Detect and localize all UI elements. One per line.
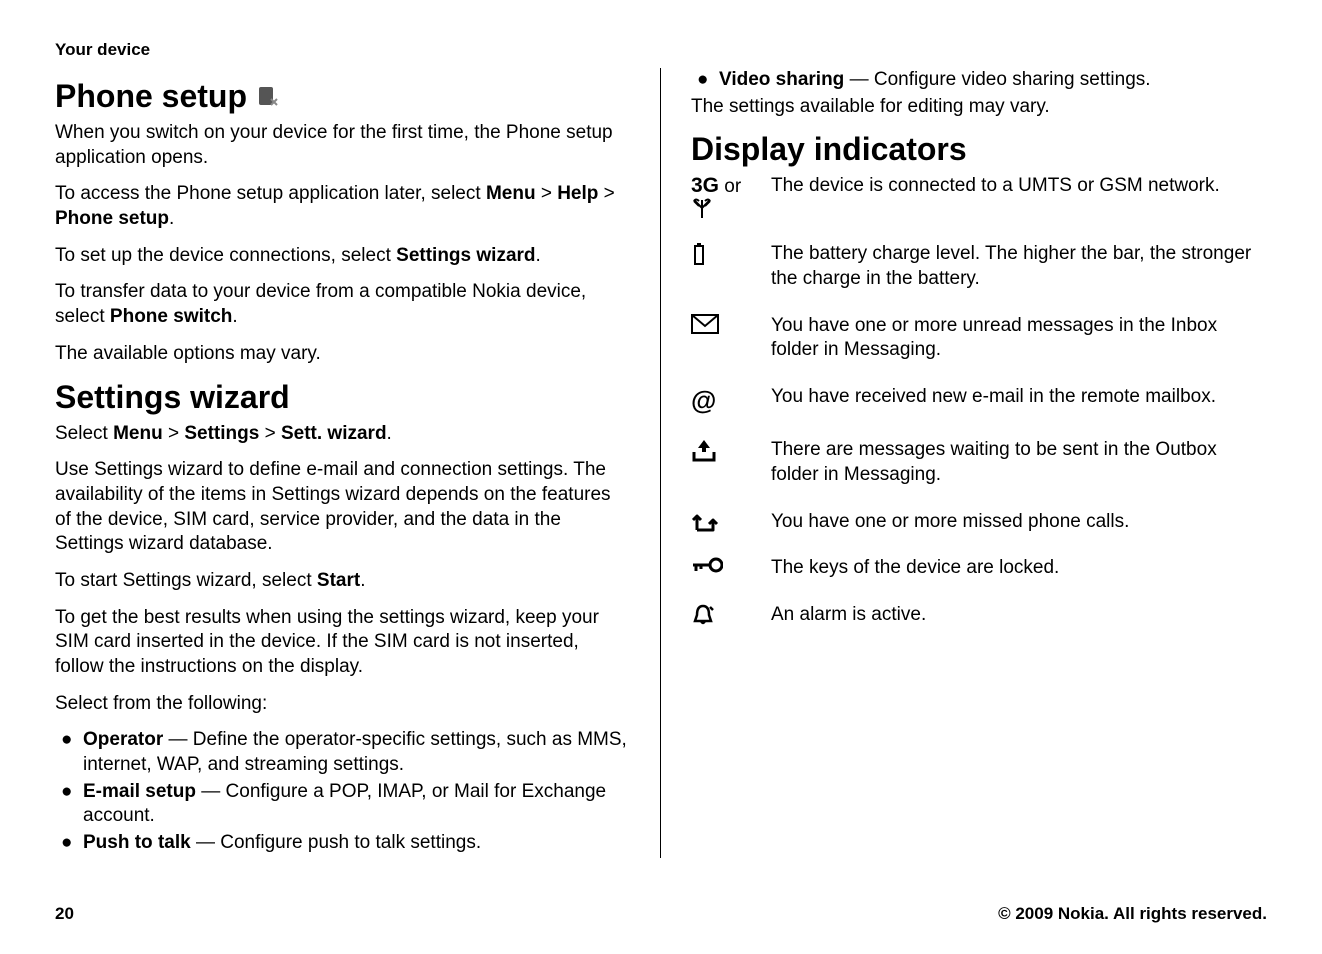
content-columns: Phone setup When you switch on your devi… [55, 68, 1267, 858]
list-item: Operator — Define the operator-specific … [55, 728, 630, 777]
indicator-row: An alarm is active. [691, 603, 1267, 628]
right-column: Video sharing — Configure video sharing … [661, 68, 1267, 858]
paragraph: To start Settings wizard, select Start. [55, 569, 630, 594]
indicator-text: There are messages waiting to be sent in… [771, 438, 1267, 487]
indicator-text: The battery charge level. The higher the… [771, 242, 1267, 291]
paragraph: The settings available for editing may v… [691, 95, 1267, 120]
indicator-row: There are messages waiting to be sent in… [691, 438, 1267, 487]
indicator-text: The keys of the device are locked. [771, 556, 1267, 581]
heading-text: Phone setup [55, 78, 247, 115]
section-header: Your device [55, 40, 1267, 60]
indicator-row: You have one or more missed phone calls. [691, 510, 1267, 535]
phone-setup-icon [257, 78, 279, 115]
envelope-icon [691, 314, 771, 334]
paragraph: Select Menu > Settings > Sett. wizard. [55, 422, 630, 447]
indicator-text: You have one or more unread messages in … [771, 314, 1267, 363]
indicator-text: An alarm is active. [771, 603, 1267, 628]
missed-call-icon [691, 510, 771, 534]
list-item: Push to talk — Configure push to talk se… [55, 831, 630, 856]
option-list-continued: Video sharing — Configure video sharing … [691, 68, 1267, 93]
list-item: Video sharing — Configure video sharing … [691, 68, 1267, 93]
page-footer: 20 © 2009 Nokia. All rights reserved. [55, 904, 1267, 924]
indicator-row: The keys of the device are locked. [691, 556, 1267, 581]
list-item: E-mail setup — Configure a POP, IMAP, or… [55, 780, 630, 829]
paragraph: To access the Phone setup application la… [55, 182, 630, 231]
alarm-bell-icon [691, 603, 771, 627]
indicator-text: You have one or more missed phone calls. [771, 510, 1267, 535]
left-column: Phone setup When you switch on your devi… [55, 68, 661, 858]
outbox-icon [691, 438, 771, 462]
network-3g-icon: 3G or [691, 174, 771, 220]
copyright: © 2009 Nokia. All rights reserved. [998, 904, 1267, 924]
paragraph: The available options may vary. [55, 342, 630, 367]
battery-icon [691, 242, 771, 266]
paragraph: To get the best results when using the s… [55, 606, 630, 680]
phone-setup-heading: Phone setup [55, 78, 630, 115]
settings-wizard-heading: Settings wizard [55, 379, 630, 416]
paragraph: Select from the following: [55, 692, 630, 717]
indicator-row: 3G or The device is connected to a UMTS … [691, 174, 1267, 220]
paragraph: To set up the device connections, select… [55, 244, 630, 269]
option-list: Operator — Define the operator-specific … [55, 728, 630, 855]
indicator-text: The device is connected to a UMTS or GSM… [771, 174, 1267, 199]
paragraph: Use Settings wizard to define e-mail and… [55, 458, 630, 557]
key-lock-icon [691, 556, 771, 574]
paragraph: To transfer data to your device from a c… [55, 280, 630, 329]
indicator-row: @ You have received new e-mail in the re… [691, 385, 1267, 416]
antenna-icon [691, 198, 713, 220]
indicator-row: The battery charge level. The higher the… [691, 242, 1267, 291]
display-indicators-heading: Display indicators [691, 131, 1267, 168]
paragraph: When you switch on your device for the f… [55, 121, 630, 170]
page-number: 20 [55, 904, 74, 924]
at-sign-icon: @ [691, 385, 771, 416]
indicator-row: You have one or more unread messages in … [691, 314, 1267, 363]
indicator-text: You have received new e-mail in the remo… [771, 385, 1267, 410]
